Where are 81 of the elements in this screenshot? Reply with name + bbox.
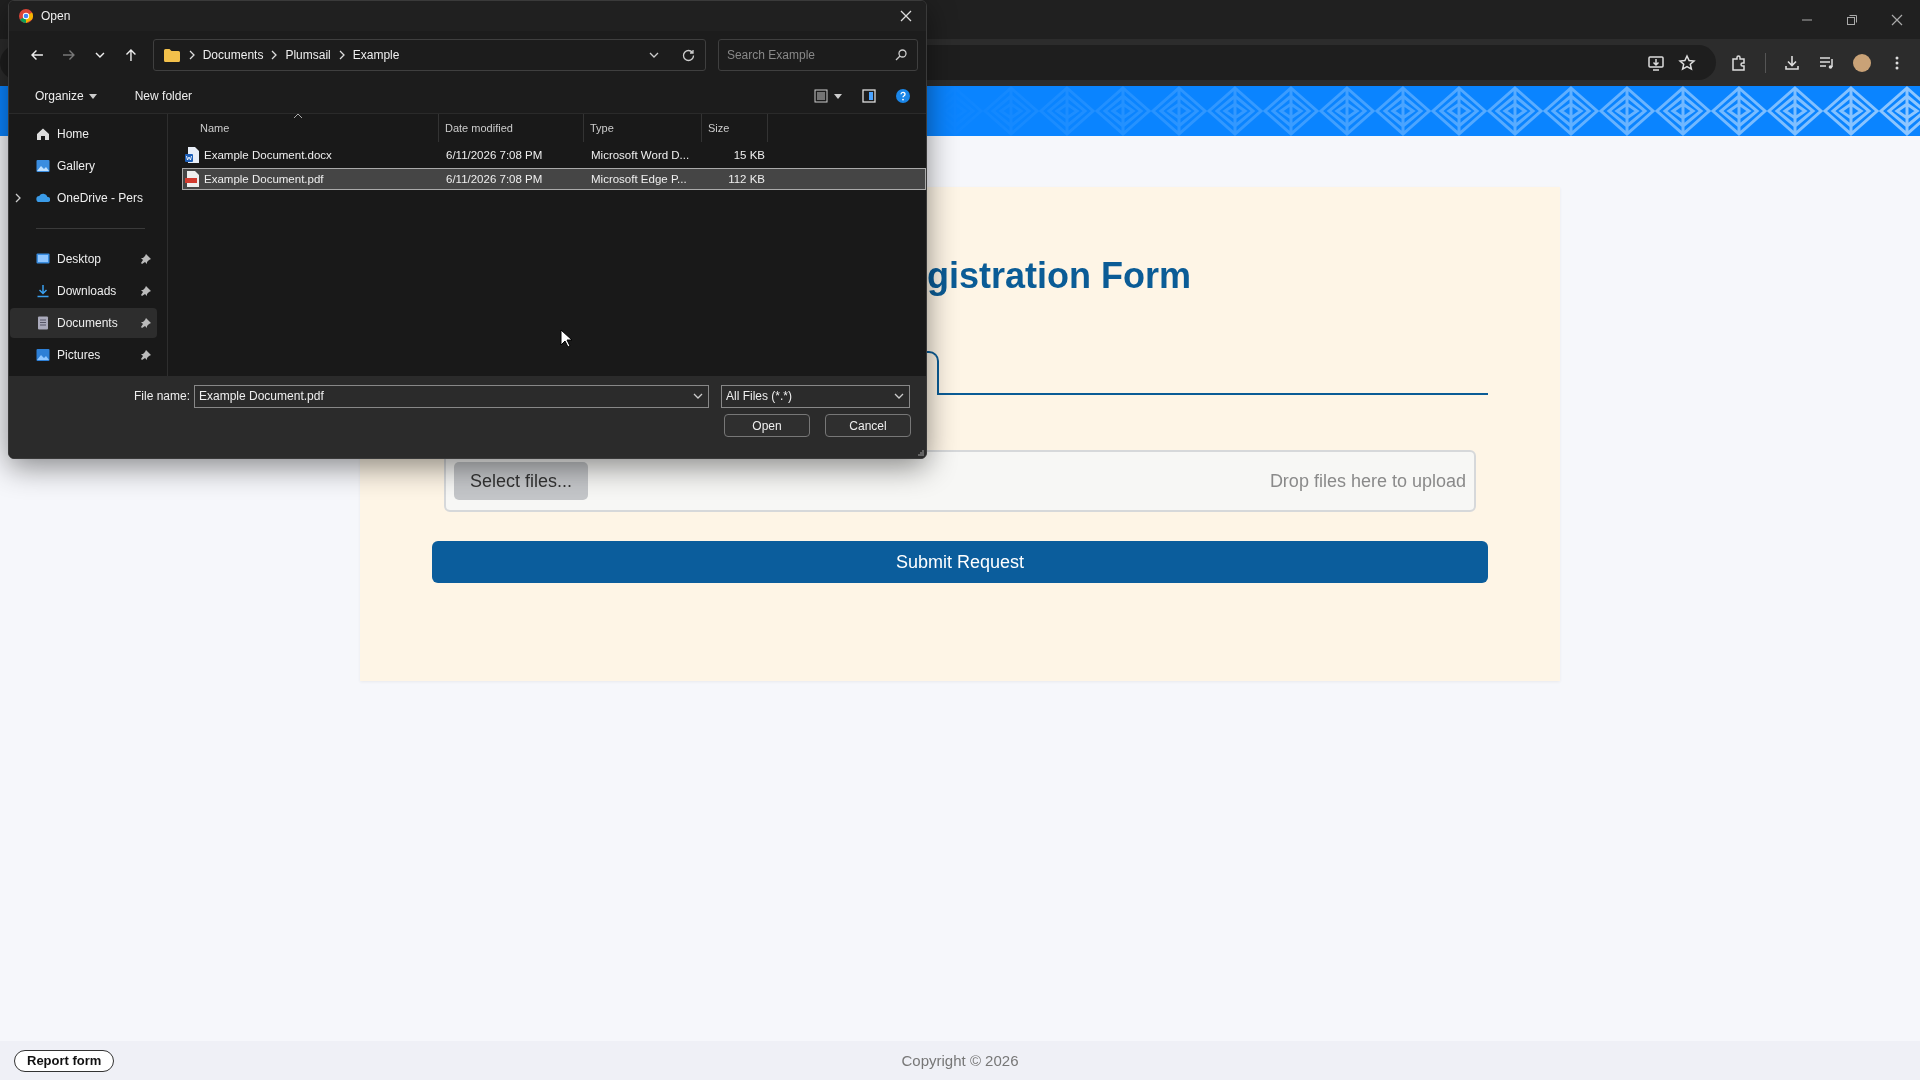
organize-menu-button[interactable]: Organize bbox=[27, 89, 105, 103]
pin-icon[interactable] bbox=[141, 254, 151, 264]
download-icon[interactable] bbox=[1783, 53, 1801, 72]
file-date: 6/11/2026 7:08 PM bbox=[445, 149, 544, 161]
search-icon bbox=[895, 49, 907, 61]
search-placeholder: Search Example bbox=[726, 48, 815, 62]
folder-icon bbox=[163, 48, 180, 62]
column-header[interactable]: Type bbox=[584, 114, 702, 142]
file-size: 112 KB bbox=[727, 173, 766, 185]
pictures-icon bbox=[36, 348, 50, 362]
select-files-button[interactable]: Select files... bbox=[454, 462, 589, 500]
sidebar-item[interactable]: Gallery bbox=[10, 151, 157, 181]
column-header[interactable]: Name bbox=[182, 114, 439, 142]
sidebar-item[interactable]: Documents bbox=[10, 308, 157, 338]
sidebar-item[interactable]: OneDrive - Pers bbox=[10, 183, 157, 213]
file-name: Example Document.pdf bbox=[204, 173, 324, 185]
file-type: Microsoft Word D... bbox=[590, 149, 691, 161]
sidebar-item[interactable]: Pictures bbox=[10, 340, 157, 370]
breadcrumb-item[interactable]: Documents bbox=[202, 48, 264, 62]
desktop-icon bbox=[36, 252, 50, 266]
sidebar-item[interactable]: Desktop bbox=[10, 244, 157, 274]
file-name: Example Document.docx bbox=[204, 149, 332, 161]
sidebar-item[interactable]: Home bbox=[10, 119, 157, 149]
file-name-field[interactable]: Example Document.pdf bbox=[194, 384, 709, 408]
submit-button[interactable]: Submit Request bbox=[432, 541, 1488, 583]
pin-icon[interactable] bbox=[141, 350, 151, 360]
caret-icon bbox=[88, 93, 97, 99]
caret-icon[interactable] bbox=[834, 93, 842, 99]
report-form-button[interactable]: Report form bbox=[14, 1049, 115, 1072]
file-drop-zone[interactable]: Select files... Drop files here to upload bbox=[444, 450, 1476, 512]
close-icon[interactable] bbox=[1891, 13, 1903, 26]
file-type: Microsoft Edge P... bbox=[590, 173, 688, 185]
chevron-right-icon bbox=[337, 50, 346, 60]
copyright-text: Copyright © 2026 bbox=[901, 1052, 1019, 1069]
sort-up-icon bbox=[294, 113, 302, 118]
forward-icon[interactable] bbox=[61, 48, 76, 62]
cancel-button[interactable]: Cancel bbox=[825, 414, 911, 437]
cloud-icon bbox=[36, 191, 50, 205]
file-row[interactable]: Example Document.pdf 6/11/2026 7:08 PM Microsoft Edge P... 112 KB bbox=[182, 168, 926, 190]
address-field[interactable]: Documents Plumsail Example bbox=[152, 39, 706, 71]
chevron-right-icon bbox=[187, 50, 196, 60]
sidebar-item[interactable]: Downloads bbox=[10, 276, 157, 306]
column-header[interactable]: Size bbox=[702, 114, 768, 142]
new-folder-button[interactable]: New folder bbox=[126, 89, 201, 103]
view-details-icon[interactable] bbox=[814, 89, 828, 103]
refresh-icon[interactable] bbox=[681, 48, 695, 62]
download-icon bbox=[36, 284, 50, 298]
up-icon[interactable] bbox=[123, 48, 138, 62]
expand-chevron-icon[interactable] bbox=[14, 193, 22, 203]
file-date: 6/11/2026 7:08 PM bbox=[445, 173, 544, 185]
home-icon bbox=[36, 127, 50, 141]
file-type-dropdown[interactable]: All Files (*.*) bbox=[721, 384, 910, 408]
word-document-icon bbox=[185, 147, 199, 163]
pin-icon[interactable] bbox=[141, 318, 151, 328]
file-name-label: File name: bbox=[132, 389, 191, 403]
puzzle-icon[interactable] bbox=[1730, 53, 1748, 72]
install-app-icon[interactable] bbox=[1647, 53, 1665, 72]
restore-icon[interactable] bbox=[1846, 13, 1858, 26]
avatar-icon[interactable] bbox=[1853, 53, 1871, 72]
help-icon[interactable] bbox=[896, 89, 910, 103]
star-icon[interactable] bbox=[1678, 53, 1696, 72]
column-header[interactable]: Date modified bbox=[439, 114, 584, 142]
gallery-icon bbox=[36, 159, 50, 173]
pdf-document-icon bbox=[185, 171, 199, 187]
chevron-right-icon bbox=[270, 50, 279, 60]
documents-icon bbox=[36, 316, 50, 330]
resize-grip-icon[interactable] bbox=[918, 450, 924, 456]
browser-logo-icon bbox=[19, 9, 33, 23]
breadcrumb-item[interactable]: Example bbox=[352, 48, 400, 62]
search-field[interactable]: Search Example bbox=[717, 39, 918, 71]
back-icon[interactable] bbox=[30, 48, 44, 62]
pin-icon[interactable] bbox=[141, 286, 151, 296]
mouse-cursor-icon bbox=[560, 329, 572, 348]
file-size: 15 KB bbox=[732, 149, 766, 161]
open-button[interactable]: Open bbox=[724, 414, 810, 437]
form-title: gistration Form bbox=[927, 254, 1192, 298]
file-row[interactable]: Example Document.docx 6/11/2026 7:08 PM Microsoft Word D... 15 KB bbox=[182, 144, 926, 166]
dialog-title: Open bbox=[41, 9, 72, 23]
drop-hint: Drop files here to upload bbox=[1269, 470, 1466, 492]
preview-pane-icon[interactable] bbox=[862, 89, 876, 103]
breadcrumb-item[interactable]: Plumsail bbox=[285, 48, 331, 62]
